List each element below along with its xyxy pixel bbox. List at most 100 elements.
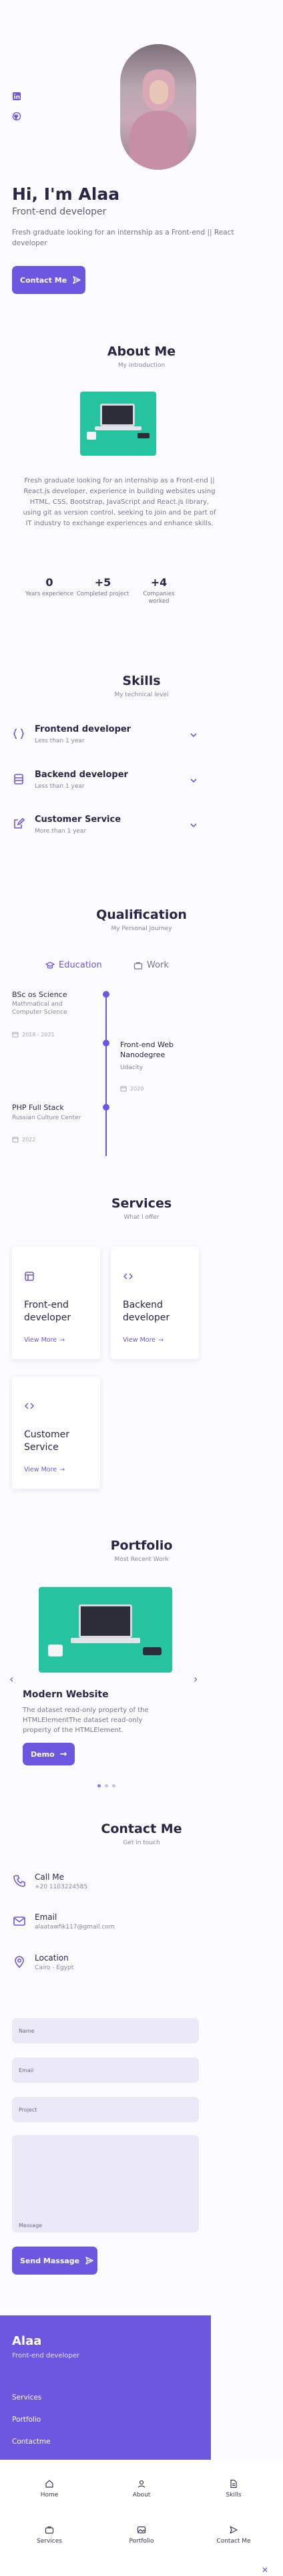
github-icon[interactable] bbox=[12, 111, 21, 121]
layout-icon bbox=[24, 1271, 35, 1282]
nav-item-contact[interactable]: Contact Me bbox=[207, 2525, 260, 2545]
service-card-customer-service[interactable]: Customer Service View More → bbox=[12, 1377, 100, 1489]
briefcase-icon bbox=[133, 962, 143, 970]
stat-label: Companies worked bbox=[143, 591, 175, 605]
chevron-down-icon[interactable] bbox=[190, 731, 198, 739]
nav-label: Portfolio bbox=[129, 2538, 154, 2545]
stat-years: 0 Years experience bbox=[23, 576, 76, 598]
demo-button[interactable]: Demo → bbox=[23, 1743, 75, 1765]
qualification-item-subtitle: Mathmatical and Computer Science bbox=[12, 1001, 67, 1016]
tab-label: Education bbox=[59, 960, 102, 970]
contact-me-label: Contact Me bbox=[20, 275, 67, 285]
skills-title: Skills bbox=[122, 674, 161, 688]
name-field[interactable]: Name bbox=[12, 2018, 199, 2043]
demo-label: Demo bbox=[31, 1749, 55, 1759]
linkedin-icon[interactable] bbox=[12, 91, 21, 100]
tab-education[interactable]: Education bbox=[45, 960, 102, 970]
footer-tagline: Front-end developer bbox=[12, 2352, 79, 2359]
skills-subtitle: My technical level bbox=[114, 692, 169, 698]
stat-number: 0 bbox=[45, 576, 53, 589]
view-more-label: View More bbox=[24, 1466, 57, 1473]
nav-item-services[interactable]: Services bbox=[23, 2525, 76, 2545]
hero-subtitle: Front-end developer bbox=[12, 206, 107, 217]
arrow-right-icon: → bbox=[59, 1336, 65, 1344]
chevron-right-icon[interactable]: › bbox=[194, 1673, 198, 1685]
carousel-dot[interactable] bbox=[105, 1784, 108, 1787]
contact-subtitle: Get in touch bbox=[123, 1840, 160, 1846]
date-text: 2022 bbox=[22, 1136, 36, 1143]
send-message-label: Send Massage bbox=[20, 2256, 80, 2265]
stat-label: Years experience bbox=[25, 591, 74, 597]
service-title: Customer Service bbox=[24, 1429, 70, 1453]
graduation-cap-icon bbox=[45, 961, 55, 968]
nav-item-about[interactable]: About bbox=[115, 2479, 168, 2498]
skill-customer-service[interactable]: Customer Service More than 1 year bbox=[12, 815, 206, 841]
date-text: 2018 - 2021 bbox=[22, 1031, 55, 1038]
footer-link-portfolio[interactable]: Portfolio bbox=[12, 2416, 41, 2424]
user-icon bbox=[137, 2480, 146, 2488]
view-more-link[interactable]: View More → bbox=[123, 1336, 164, 1344]
skill-backend[interactable]: Backend developer Less than 1 year bbox=[12, 770, 206, 797]
portfolio-title: Portfolio bbox=[110, 1538, 173, 1553]
contact-item-title: Email bbox=[35, 1912, 57, 1922]
view-more-link[interactable]: View More → bbox=[24, 1466, 65, 1473]
qualification-item-date: 2022 bbox=[12, 1136, 35, 1143]
qualification-item-title: PHP Full Stack bbox=[12, 1103, 64, 1112]
footer-link-contact[interactable]: Contactme bbox=[12, 2438, 51, 2446]
service-card-backend[interactable]: Backend developer View More → bbox=[111, 1247, 199, 1359]
footer: Alaa Front-end developer Services Portfo… bbox=[0, 2315, 211, 2460]
project-field[interactable]: Project bbox=[12, 2097, 199, 2122]
email-field[interactable]: Email bbox=[12, 2057, 199, 2083]
contact-item-value: Cairo - Egypt bbox=[35, 1965, 74, 1971]
qualification-item-subtitle: Udacity bbox=[120, 1064, 144, 1071]
skill-subtitle: Less than 1 year bbox=[35, 738, 85, 744]
qualification-item-date: 2018 - 2021 bbox=[12, 1031, 55, 1038]
skill-subtitle: More than 1 year bbox=[35, 828, 87, 835]
contact-item-value: +20 1103224585 bbox=[35, 1884, 88, 1890]
close-icon[interactable]: ✕ bbox=[262, 2565, 268, 2575]
chevron-down-icon[interactable] bbox=[190, 776, 198, 784]
portfolio-item-description: The dataset read-only property of the HT… bbox=[23, 1707, 149, 1734]
calendar-icon bbox=[12, 1032, 19, 1038]
nav-item-home[interactable]: Home bbox=[23, 2479, 76, 2498]
field-label: Message bbox=[19, 2223, 43, 2229]
send-message-button[interactable]: Send Massage bbox=[12, 2247, 97, 2275]
contact-item-value: alaatawfik117@gmail.com bbox=[35, 1924, 115, 1930]
nav-item-portfolio[interactable]: Portfolio bbox=[115, 2525, 168, 2545]
carousel-dot[interactable] bbox=[112, 1784, 115, 1787]
view-more-label: View More bbox=[24, 1336, 57, 1344]
chevron-left-icon[interactable]: ‹ bbox=[9, 1673, 13, 1685]
chevron-down-icon[interactable] bbox=[190, 821, 198, 829]
calendar-icon bbox=[120, 1086, 127, 1092]
profile-photo bbox=[120, 44, 196, 170]
qualification-item-title: BSc os Science bbox=[12, 990, 67, 999]
hero-title: Hi, I'm Alaa bbox=[12, 184, 120, 204]
qualification-item-subtitle: Russian Culture Center bbox=[12, 1115, 81, 1121]
server-icon bbox=[12, 772, 25, 786]
date-text: 2020 bbox=[130, 1085, 144, 1092]
service-title: Backend developer bbox=[123, 1300, 170, 1323]
about-subtitle: My introduction bbox=[117, 362, 166, 369]
brackets-icon bbox=[12, 727, 25, 740]
tab-work[interactable]: Work bbox=[133, 960, 169, 970]
service-card-frontend[interactable]: Front-end developer View More → bbox=[12, 1247, 100, 1359]
nav-label: Skills bbox=[226, 2492, 242, 2498]
contact-me-button[interactable]: Contact Me bbox=[12, 266, 85, 294]
view-more-label: View More bbox=[123, 1336, 156, 1344]
qualification-subtitle: My Personal Journey bbox=[111, 925, 172, 932]
field-label: Email bbox=[19, 2067, 34, 2073]
nav-item-skills[interactable]: Skills bbox=[207, 2479, 260, 2498]
view-more-link[interactable]: View More → bbox=[24, 1336, 65, 1344]
footer-link-services[interactable]: Services bbox=[12, 2394, 41, 2402]
qualification-item-title: Front-end Web Nanodegree bbox=[120, 1040, 174, 1059]
carousel-dot[interactable] bbox=[97, 1784, 101, 1787]
message-field[interactable]: Message bbox=[12, 2135, 199, 2233]
about-text: Fresh graduate looking for an internship… bbox=[23, 477, 216, 527]
contact-item-title: Location bbox=[35, 1953, 69, 1963]
services-subtitle: What I offer bbox=[123, 1214, 160, 1221]
skill-title: Frontend developer bbox=[35, 724, 131, 734]
stat-label: Completed project bbox=[76, 591, 129, 597]
file-icon bbox=[230, 2479, 237, 2488]
skill-frontend[interactable]: Frontend developer Less than 1 year bbox=[12, 724, 206, 751]
skill-title: Customer Service bbox=[35, 815, 121, 825]
